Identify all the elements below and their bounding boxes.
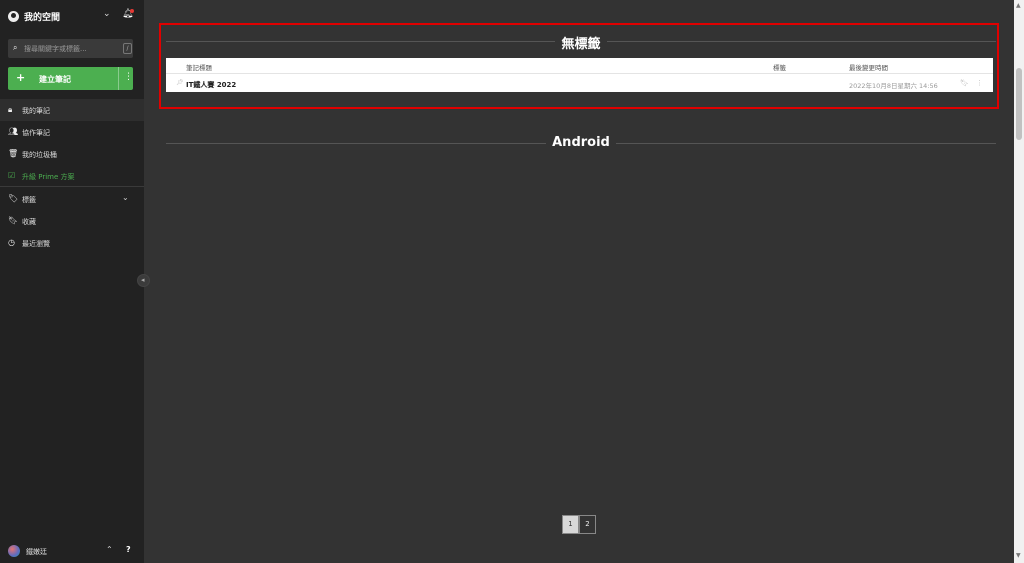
button-divider <box>118 67 119 90</box>
avatar[interactable] <box>8 545 20 557</box>
table-row[interactable]: 📌︎ IT鐵人賽 2022 2022年10月8日星期六 14:56 🔖︎ ⋮ <box>166 75 993 92</box>
app-window: 我的空間 ⌄ 🔔︎ ⌕ / + 建立筆記 ⋮ 🔒︎ 我的筆記 👥︎ 協作筆記 🗑… <box>0 0 1024 563</box>
page-button-2[interactable]: 2 <box>579 515 596 534</box>
sidebar-item-label: 最近瀏覽 <box>22 240 50 248</box>
sidebar-item-upgrade-prime[interactable]: ☑ 升級 Prime 方案 <box>0 165 144 187</box>
chevron-down-icon[interactable]: ⌄ <box>122 193 129 202</box>
sidebar-divider <box>0 186 144 187</box>
sidebar: 我的空間 ⌄ 🔔︎ ⌕ / + 建立筆記 ⋮ 🔒︎ 我的筆記 👥︎ 協作筆記 🗑… <box>0 0 144 563</box>
bookmark-icon: 🔖︎ <box>8 216 19 225</box>
scroll-down-icon[interactable]: ▼ <box>1016 552 1021 559</box>
column-header-tags[interactable]: 標籤 <box>773 62 786 72</box>
sidebar-item-label: 我的筆記 <box>22 107 50 115</box>
prime-icon: ☑ <box>8 171 16 180</box>
sidebar-item-label: 升級 Prime 方案 <box>22 173 75 181</box>
new-note-label: 建立筆記 <box>39 75 71 84</box>
section-title-text: 無標籤 <box>166 33 996 52</box>
search-box: ⌕ / <box>8 39 133 58</box>
section-title-label: 無標籤 <box>555 37 607 52</box>
search-input[interactable] <box>24 41 116 56</box>
main-content: 無標籤 筆記標題 標籤 最後變更時間 📌︎ IT鐵人賽 2022 2022年10… <box>150 0 1014 563</box>
section-title-label: Android <box>546 135 616 150</box>
clock-icon: ◷ <box>8 238 15 247</box>
users-icon: 👥︎ <box>8 127 19 136</box>
sidebar-collapse-handle[interactable]: ◂ <box>137 274 150 287</box>
sidebar-footer: 鐵嫩廷 ⌃ ? <box>0 540 144 563</box>
notification-dot <box>130 9 134 13</box>
notes-table: 筆記標題 標籤 最後變更時間 📌︎ IT鐵人賽 2022 2022年10月8日星… <box>166 58 993 92</box>
chevron-down-icon[interactable]: ⌄ <box>103 9 111 19</box>
note-title[interactable]: IT鐵人賽 2022 <box>186 80 236 90</box>
pagination: 1 2 <box>562 515 596 534</box>
tag-icon: 🏷︎ <box>8 194 19 203</box>
sidebar-item-tags[interactable]: 🏷︎ 標籤 ⌄ <box>0 188 144 210</box>
new-note-options-button[interactable]: ⋮ <box>124 72 133 82</box>
section-title-untagged: 無標籤 <box>166 32 996 52</box>
scroll-up-icon[interactable]: ▲ <box>1016 2 1021 9</box>
sidebar-item-label: 收藏 <box>22 218 36 226</box>
scrollbar-thumb[interactable] <box>1016 68 1022 140</box>
scrollbar[interactable]: ▲ ▼ <box>1014 0 1024 563</box>
user-circle-icon <box>8 11 19 22</box>
pin-icon[interactable]: 📌︎ <box>176 79 184 86</box>
sidebar-item-label: 協作筆記 <box>22 129 50 137</box>
sidebar-item-label: 我的垃圾桶 <box>22 151 57 159</box>
help-button[interactable]: ? <box>126 545 131 554</box>
workspace-title[interactable]: 我的空間 <box>24 10 60 23</box>
collapse-icon: ◂ <box>141 276 145 284</box>
search-shortcut-key: / <box>123 43 132 54</box>
column-header-title[interactable]: 筆記標題 <box>186 62 212 72</box>
table-header: 筆記標題 標籤 最後變更時間 <box>166 58 993 74</box>
note-modified-time: 2022年10月8日星期六 14:56 <box>849 82 938 90</box>
sidebar-item-label: 標籤 <box>22 196 36 204</box>
bookmark-icon[interactable]: 🔖︎ <box>960 79 969 87</box>
lock-icon: 🔒︎ <box>8 105 13 114</box>
page-button-1[interactable]: 1 <box>562 515 579 534</box>
plus-icon: + <box>16 71 26 84</box>
new-note-button[interactable]: + 建立筆記 ⋮ <box>8 67 133 90</box>
sidebar-item-my-notes[interactable]: 🔒︎ 我的筆記 <box>0 99 144 121</box>
sidebar-item-collab-notes[interactable]: 👥︎ 協作筆記 <box>0 121 144 143</box>
sidebar-header: 我的空間 ⌄ 🔔︎ <box>0 0 144 34</box>
trash-icon: 🗑︎ <box>8 149 19 158</box>
column-header-modified[interactable]: 最後變更時間 <box>849 62 888 72</box>
section-title-text: Android <box>166 135 996 150</box>
chevron-up-icon[interactable]: ⌃ <box>106 545 113 554</box>
section-title-android: Android <box>166 134 996 154</box>
more-options-icon[interactable]: ⋮ <box>976 79 983 87</box>
sidebar-item-bookmarks[interactable]: 🔖︎ 收藏 <box>0 210 144 232</box>
user-name[interactable]: 鐵嫩廷 <box>26 547 47 557</box>
sidebar-item-recent[interactable]: ◷ 最近瀏覽 <box>0 232 144 254</box>
search-icon: ⌕ <box>13 43 18 52</box>
sidebar-item-trash[interactable]: 🗑︎ 我的垃圾桶 <box>0 143 144 165</box>
